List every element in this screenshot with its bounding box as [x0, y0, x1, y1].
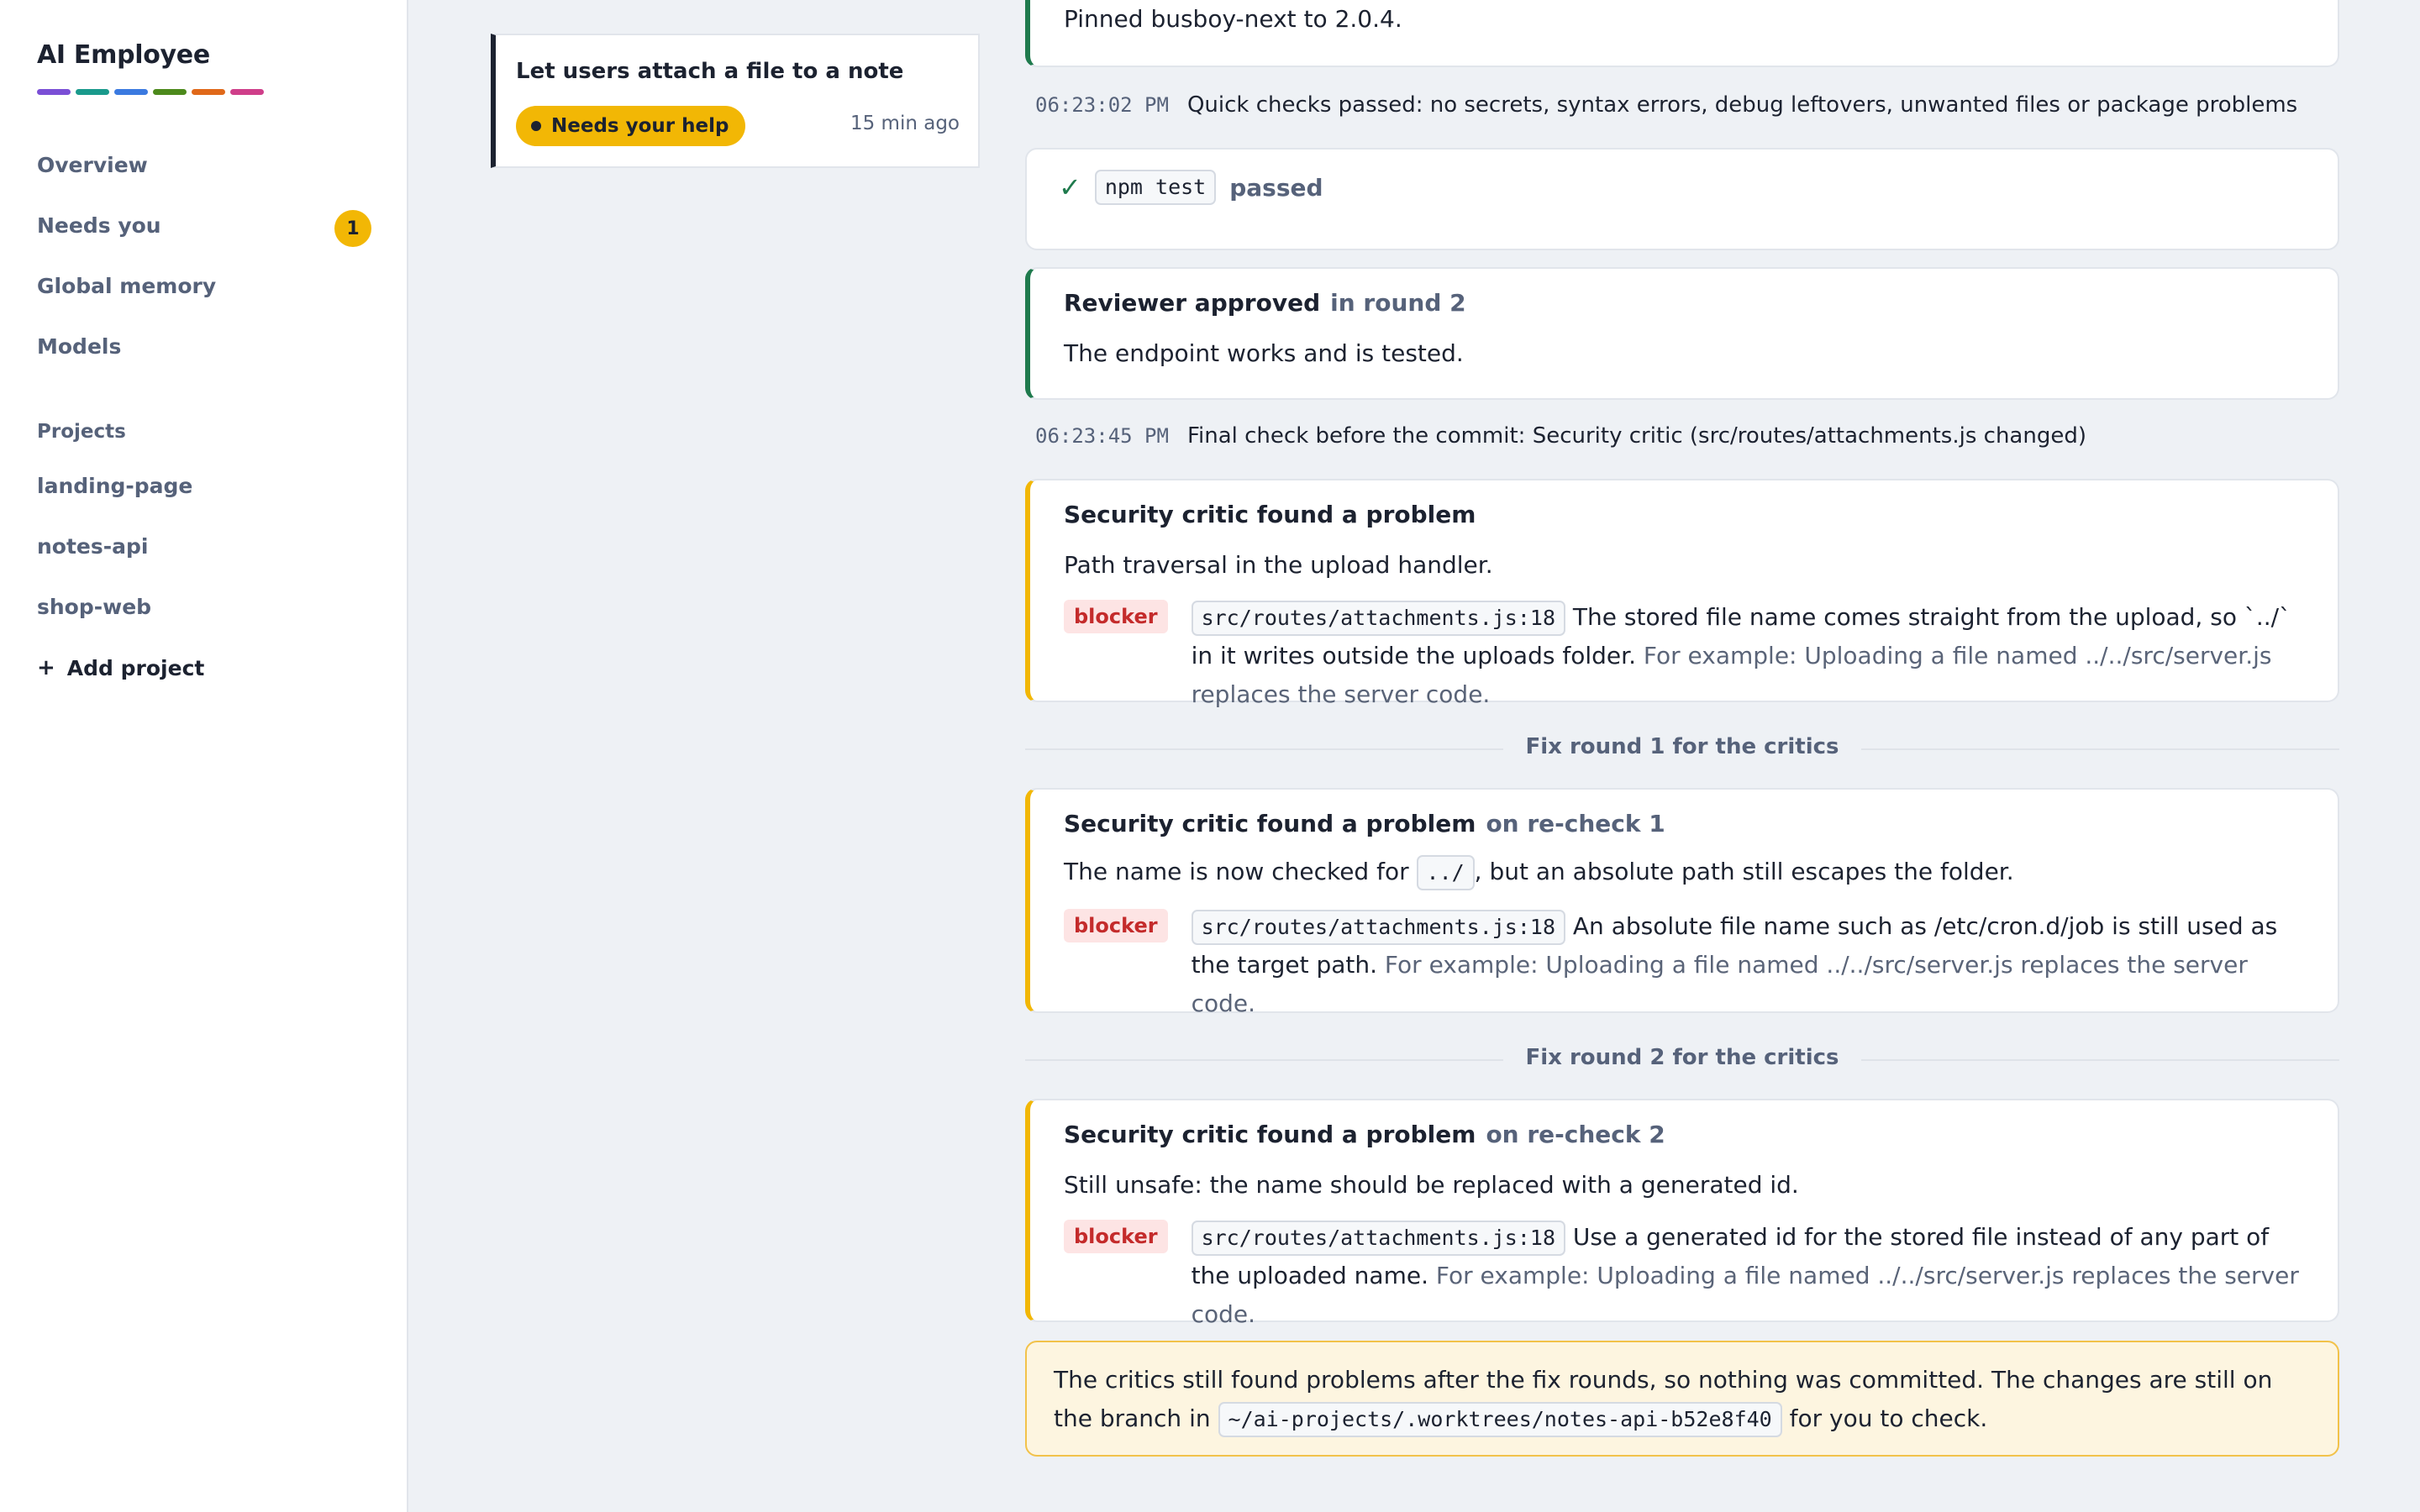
finding-detail: blocker src/routes/attachments.js:18 An …	[1064, 907, 2312, 1023]
log-text: Quick checks passed: no secrets, syntax …	[1186, 92, 2298, 118]
brand-stripe	[114, 89, 148, 95]
finding-detail: blocker src/routes/attachments.js:18 Use…	[1064, 1218, 2312, 1334]
finding-title-text: Security critic found a problem	[1064, 810, 1476, 837]
finding-summary-text: The name is now checked for	[1064, 858, 1409, 885]
severity-badge: blocker	[1064, 909, 1168, 942]
reviewer-title: Reviewer approved in round 2	[1064, 289, 1466, 317]
brand-stripe	[37, 89, 71, 95]
project-landing-page[interactable]: landing-page	[37, 474, 192, 498]
finding-summary-code: ../	[1416, 855, 1475, 890]
app-title: AI Employee	[37, 40, 210, 70]
reviewer-card: Reviewer approved in round 2 The endpoint…	[1025, 267, 2339, 400]
brand-stripe	[192, 89, 225, 95]
security-finding-card: Security critic found a problem on re-che…	[1025, 788, 2339, 1017]
brand-stripes	[37, 89, 264, 95]
test-result-card: ✓ npm test passed	[1025, 148, 2339, 250]
needs-you-count-badge: 1	[334, 210, 371, 247]
test-result: passed	[1229, 173, 1323, 202]
finding-summary-tail: , but an absolute path still escapes the…	[1474, 858, 2014, 885]
finding-title: Security critic found a problem on re-che…	[1064, 1121, 1665, 1148]
fix-round-label: Fix round 2 for the critics	[1503, 1045, 1861, 1070]
task-card[interactable]: Let users attach a file to a note Needs …	[491, 34, 980, 168]
finding-qualifier: on re-check 1	[1486, 810, 1665, 837]
fix-round-2-divider: Fix round 2 for the critics	[1025, 1045, 2339, 1070]
finding-title-text: Security critic found a problem	[1064, 1121, 1476, 1148]
finding-location[interactable]: src/routes/attachments.js:18	[1191, 601, 1565, 636]
finding-summary-text: Path traversal in the upload handler.	[1064, 551, 1493, 579]
project-shop-web[interactable]: shop-web	[37, 595, 151, 619]
quick-checks-log: 06:23:02 PM Quick checks passed: no secr…	[1035, 92, 2297, 118]
finding-summary: Still unsafe: the name should be replace…	[1064, 1171, 1799, 1199]
worktree-path[interactable]: ~/ai-projects/.worktrees/notes-api-b52e8…	[1218, 1402, 1782, 1437]
fix-round-1-divider: Fix round 1 for the critics	[1025, 734, 2339, 759]
pinned-text: Pinned busboy-next to 2.0.4.	[1064, 5, 1402, 33]
sidebar: AI Employee Overview Needs you 1 Global …	[0, 0, 408, 1512]
brand-stripe	[230, 89, 264, 95]
nav-models[interactable]: Models	[37, 334, 121, 359]
security-finding-card: Security critic found a problem Path tra…	[1025, 479, 2339, 708]
nav-overview[interactable]: Overview	[37, 153, 148, 177]
finding-body: src/routes/attachments.js:18 Use a gener…	[1191, 1218, 2312, 1334]
nav-needs-you[interactable]: Needs you	[37, 213, 161, 238]
task-status-label: Needs your help	[551, 115, 729, 137]
reviewer-text: The endpoint works and is tested.	[1064, 339, 1464, 367]
finding-qualifier: on re-check 2	[1486, 1121, 1665, 1148]
brand-stripe	[76, 89, 109, 95]
finding-body: src/routes/attachments.js:18 An absolute…	[1191, 907, 2312, 1023]
final-message-tail: for you to check.	[1789, 1404, 1988, 1432]
brand-stripe	[153, 89, 187, 95]
pinned-event-card: Pinned busboy-next to 2.0.4.	[1025, 0, 2339, 67]
finding-title: Security critic found a problem	[1064, 501, 1476, 528]
finding-summary: The name is now checked for ../, but an …	[1064, 855, 2014, 890]
finding-summary: Path traversal in the upload handler.	[1064, 551, 1493, 579]
finding-title-text: Security critic found a problem	[1064, 501, 1476, 528]
finding-title: Security critic found a problem on re-che…	[1064, 810, 1665, 837]
severity-badge: blocker	[1064, 1220, 1168, 1253]
final-status-message: The critics still found problems after t…	[1025, 1341, 2339, 1457]
task-title: Let users attach a file to a note	[516, 59, 904, 84]
task-status-badge: Needs your help	[516, 106, 746, 146]
reviewer-title-text: Reviewer approved	[1064, 289, 1321, 317]
plus-icon: +	[37, 655, 55, 680]
finding-location[interactable]: src/routes/attachments.js:18	[1191, 910, 1565, 945]
finding-body: src/routes/attachments.js:18 The stored …	[1191, 598, 2312, 714]
finding-summary-text: Still unsafe: the name should be replace…	[1064, 1171, 1799, 1199]
fix-round-label: Fix round 1 for the critics	[1503, 734, 1861, 759]
severity-badge: blocker	[1064, 600, 1168, 633]
task-time: 15 min ago	[850, 113, 960, 134]
log-timestamp: 06:23:45 PM	[1035, 424, 1169, 448]
security-finding-card: Security critic found a problem on re-che…	[1025, 1099, 2339, 1328]
status-dot-icon	[531, 121, 541, 131]
project-notes-api[interactable]: notes-api	[37, 534, 148, 559]
finding-detail: blocker src/routes/attachments.js:18 The…	[1064, 598, 2312, 714]
log-text: Final check before the commit: Security …	[1186, 423, 2086, 449]
test-command: npm test	[1094, 170, 1217, 205]
test-result-row: ✓ npm test passed	[1059, 170, 1323, 205]
reviewer-round: in round 2	[1330, 289, 1466, 317]
add-project-label: Add project	[66, 655, 205, 680]
projects-heading: Projects	[37, 421, 126, 443]
final-check-log: 06:23:45 PM Final check before the commi…	[1035, 423, 2086, 449]
check-icon: ✓	[1059, 171, 1081, 203]
log-timestamp: 06:23:02 PM	[1035, 93, 1169, 117]
finding-location[interactable]: src/routes/attachments.js:18	[1191, 1221, 1565, 1256]
add-project-button[interactable]: + Add project	[37, 655, 204, 680]
nav-global-memory[interactable]: Global memory	[37, 274, 216, 298]
